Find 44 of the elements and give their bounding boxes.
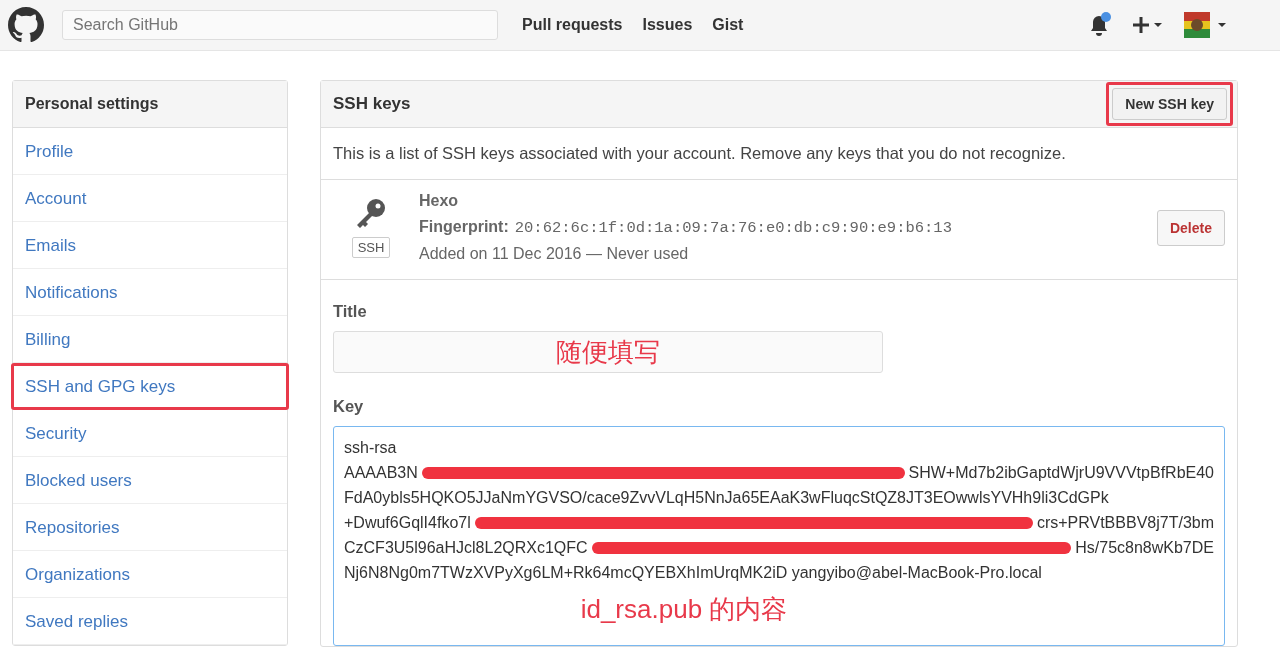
- delete-button[interactable]: Delete: [1156, 209, 1225, 246]
- key-text: crs+PRVtBBBV8j7T/3bm: [1036, 513, 1214, 533]
- key-text: Hs/75c8n8wKb7DE: [1075, 538, 1214, 558]
- handwritten-note: id_rsa.pub 的内容: [579, 597, 789, 622]
- sidebar-item[interactable]: Security: [13, 410, 287, 457]
- nav-link[interactable]: Gist: [712, 16, 744, 34]
- ssh-label: SSH: [351, 237, 391, 258]
- sidebar-heading: Personal settings: [13, 81, 287, 128]
- title-input-field[interactable]: 随便填写: [333, 331, 883, 373]
- key-text: CzCF3U5l96aHJcl8L2QRXc1QFC: [344, 538, 588, 558]
- avatar[interactable]: [1184, 12, 1226, 38]
- description-text: This is a list of SSH keys associated with your account. Remove any keys that you do not recognize.: [321, 128, 1237, 180]
- sidebar-item[interactable]: Blocked users: [13, 457, 287, 504]
- new-ssh-key-button[interactable]: New SSH key: [1112, 88, 1227, 120]
- key-text: Nj6N8Ng0m7TWzXVPyXg6LM+Rk64mcQYEBXhImUrqMK2iD yangyibo@abel-MacBook-Pro.local: [344, 563, 1042, 583]
- plus-dropdown-icon[interactable]: [1132, 15, 1164, 35]
- key-text: FdA0ybls5HQKO5JJaNmYGVSO/cace9ZvvVLqH5NnJa65EAaK3wFluqcStQZ8JT3EOwwlsYVHh9li3CdGPk: [344, 488, 1109, 508]
- github-logo-icon[interactable]: [8, 7, 44, 43]
- nav-link[interactable]: Issues: [642, 16, 693, 34]
- sidebar-item[interactable]: Account: [13, 175, 287, 222]
- added-date-text: Added on 11 Dec 2016 — Never used: [419, 245, 690, 263]
- sidebar-item[interactable]: Profile: [13, 128, 287, 175]
- key-text: AAAAB3N: [344, 463, 418, 483]
- key-text: ssh-rsa: [344, 438, 397, 458]
- sidebar-item[interactable]: Organizations: [13, 551, 287, 598]
- title-label: Title: [333, 302, 368, 321]
- handwritten-note: 随便填写: [556, 335, 660, 369]
- key-text-area[interactable]: [333, 426, 1225, 646]
- sidebar-item[interactable]: Notifications: [13, 269, 287, 316]
- search-field[interactable]: Search GitHub: [62, 10, 498, 40]
- fingerprint-value: 20:62:6c:1f:0d:1a:09:7a:76:e0:db:c9:90:e9:b6:13: [514, 219, 952, 237]
- key-text: +Dwuf6GqlI4fko7l: [344, 513, 471, 533]
- sidebar-item[interactable]: Repositories: [13, 504, 287, 551]
- section-title: SSH keys: [333, 94, 411, 114]
- sidebar-item[interactable]: Emails: [13, 222, 287, 269]
- sidebar-item[interactable]: Billing: [13, 316, 287, 363]
- key-text: SHW+Md7b2ibGaptdWjrU9VVVtpBfRbE40: [908, 463, 1214, 483]
- sidebar-item[interactable]: SSH and GPG keys: [11, 363, 289, 410]
- bell-icon[interactable]: [1088, 12, 1112, 38]
- key-label: Key: [333, 397, 365, 416]
- sidebar-item[interactable]: Saved replies: [13, 598, 287, 645]
- nav-link[interactable]: Pull requests: [522, 16, 623, 34]
- fingerprint-label: Fingerprint:: [419, 218, 509, 235]
- key-name: Hexo: [419, 192, 460, 210]
